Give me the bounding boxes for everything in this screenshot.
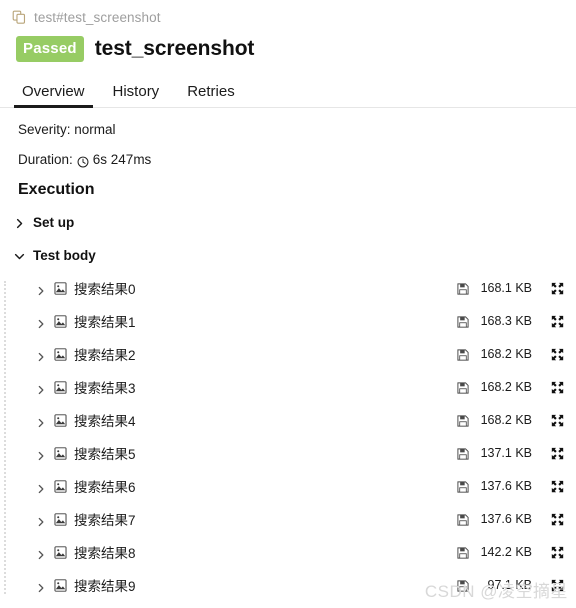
image-file-icon xyxy=(54,479,67,493)
tree-node-label: Test body xyxy=(33,247,96,263)
copy-icon xyxy=(12,10,27,25)
expand-arrows-icon[interactable] xyxy=(551,381,564,394)
chevron-right-icon[interactable] xyxy=(36,316,46,329)
list-item-size: 97.1 KB xyxy=(487,578,532,592)
tab-overview[interactable]: Overview xyxy=(8,83,99,108)
tree-indent-guide xyxy=(4,281,6,594)
floppy-save-icon xyxy=(457,381,469,394)
expand-arrows-icon[interactable] xyxy=(551,447,564,460)
list-item[interactable]: 搜索结果0 168.1 KB xyxy=(0,279,576,297)
floppy-save-icon xyxy=(457,513,469,526)
list-item-label: 搜索结果1 xyxy=(74,315,136,330)
floppy-save-icon xyxy=(457,480,469,493)
duration-row: Duration: 6s 247ms xyxy=(18,151,576,168)
chevron-right-icon[interactable] xyxy=(36,415,46,428)
floppy-save-icon xyxy=(457,315,469,328)
duration-value: 6s 247ms xyxy=(92,152,152,167)
chevron-down-icon xyxy=(14,250,25,261)
list-item-label: 搜索结果9 xyxy=(74,579,136,594)
tab-history[interactable]: History xyxy=(99,83,174,107)
list-item-size: 168.1 KB xyxy=(480,281,532,295)
list-item-label: 搜索结果6 xyxy=(74,480,136,495)
list-item-label: 搜索结果7 xyxy=(74,513,136,528)
list-item[interactable]: 搜索结果4 168.2 KB xyxy=(0,411,576,429)
section-title-execution: Execution xyxy=(18,181,95,198)
severity-label: Severity: normal xyxy=(18,122,116,137)
list-item-size: 137.1 KB xyxy=(480,446,532,460)
image-file-icon xyxy=(54,314,67,328)
list-item-size: 168.2 KB xyxy=(480,347,532,361)
image-file-icon xyxy=(54,545,67,559)
list-item[interactable]: 搜索结果1 168.3 KB xyxy=(0,312,576,330)
expand-arrows-icon[interactable] xyxy=(551,480,564,493)
list-item-size: 137.6 KB xyxy=(480,479,532,493)
image-file-icon xyxy=(54,512,67,526)
floppy-save-icon xyxy=(457,282,469,295)
floppy-save-icon xyxy=(457,447,469,460)
list-item[interactable]: 搜索结果7 137.6 KB xyxy=(0,510,576,528)
image-file-icon xyxy=(54,347,67,361)
image-file-icon xyxy=(54,380,67,394)
title-row: Passed test_screenshot xyxy=(0,27,576,65)
list-item[interactable]: 搜索结果3 168.2 KB xyxy=(0,378,576,396)
image-file-icon xyxy=(54,578,67,592)
duration-label: Duration: xyxy=(18,152,73,167)
chevron-right-icon[interactable] xyxy=(36,547,46,560)
floppy-save-icon xyxy=(457,414,469,427)
list-item-size: 168.3 KB xyxy=(480,314,532,328)
image-file-icon xyxy=(54,281,67,295)
chevron-right-icon[interactable] xyxy=(36,283,46,296)
image-file-icon xyxy=(54,413,67,427)
chevron-right-icon[interactable] xyxy=(36,448,46,461)
list-item-label: 搜索结果4 xyxy=(74,414,136,429)
list-item-size: 142.2 KB xyxy=(480,545,532,559)
list-item-label: 搜索结果5 xyxy=(74,447,136,462)
chevron-right-icon xyxy=(14,217,25,228)
expand-arrows-icon[interactable] xyxy=(551,315,564,328)
chevron-right-icon[interactable] xyxy=(36,382,46,395)
expand-arrows-icon[interactable] xyxy=(551,579,564,592)
list-item[interactable]: 搜索结果6 137.6 KB xyxy=(0,477,576,495)
tab-retries[interactable]: Retries xyxy=(173,83,249,107)
list-item-label: 搜索结果0 xyxy=(74,282,136,297)
list-item[interactable]: 搜索结果2 168.2 KB xyxy=(0,345,576,363)
tree-node-label: Set up xyxy=(33,214,75,230)
floppy-save-icon xyxy=(457,579,469,592)
list-item-size: 168.2 KB xyxy=(480,413,532,427)
clock-icon xyxy=(77,155,89,167)
severity-row: Severity: normal xyxy=(18,121,576,138)
tree-node-set-up[interactable]: Set up xyxy=(0,213,576,231)
chevron-right-icon[interactable] xyxy=(36,481,46,494)
page-title: test_screenshot xyxy=(94,37,255,60)
expand-arrows-icon[interactable] xyxy=(551,546,564,559)
list-item-label: 搜索结果8 xyxy=(74,546,136,561)
floppy-save-icon xyxy=(457,348,469,361)
expand-arrows-icon[interactable] xyxy=(551,282,564,295)
attachment-list: 搜索结果0 168.1 KB 搜索结果1 168.3 KB 搜索结果2 168.… xyxy=(0,279,576,594)
tree-node-test-body[interactable]: Test body xyxy=(0,246,576,264)
list-item[interactable]: 搜索结果8 142.2 KB xyxy=(0,543,576,561)
breadcrumb-label: test#test_screenshot xyxy=(34,9,161,25)
list-item-size: 168.2 KB xyxy=(480,380,532,394)
breadcrumb[interactable]: test#test_screenshot xyxy=(0,0,576,27)
chevron-right-icon[interactable] xyxy=(36,514,46,527)
expand-arrows-icon[interactable] xyxy=(551,414,564,427)
list-item[interactable]: 搜索结果9 97.1 KB xyxy=(0,576,576,594)
floppy-save-icon xyxy=(457,546,469,559)
tab-bar: Overview History Retries xyxy=(0,77,576,108)
chevron-right-icon[interactable] xyxy=(36,349,46,362)
list-item-size: 137.6 KB xyxy=(480,512,532,526)
execution-tree: Set up Test body 搜索结果0 168.1 KB 搜索结果1 16… xyxy=(0,213,576,594)
list-item-label: 搜索结果2 xyxy=(74,348,136,363)
list-item-label: 搜索结果3 xyxy=(74,381,136,396)
list-item[interactable]: 搜索结果5 137.1 KB xyxy=(0,444,576,462)
meta-block: Severity: normal Duration: 6s 247ms xyxy=(0,108,576,168)
status-badge: Passed xyxy=(16,36,84,62)
expand-arrows-icon[interactable] xyxy=(551,513,564,526)
chevron-right-icon[interactable] xyxy=(36,580,46,593)
image-file-icon xyxy=(54,446,67,460)
expand-arrows-icon[interactable] xyxy=(551,348,564,361)
